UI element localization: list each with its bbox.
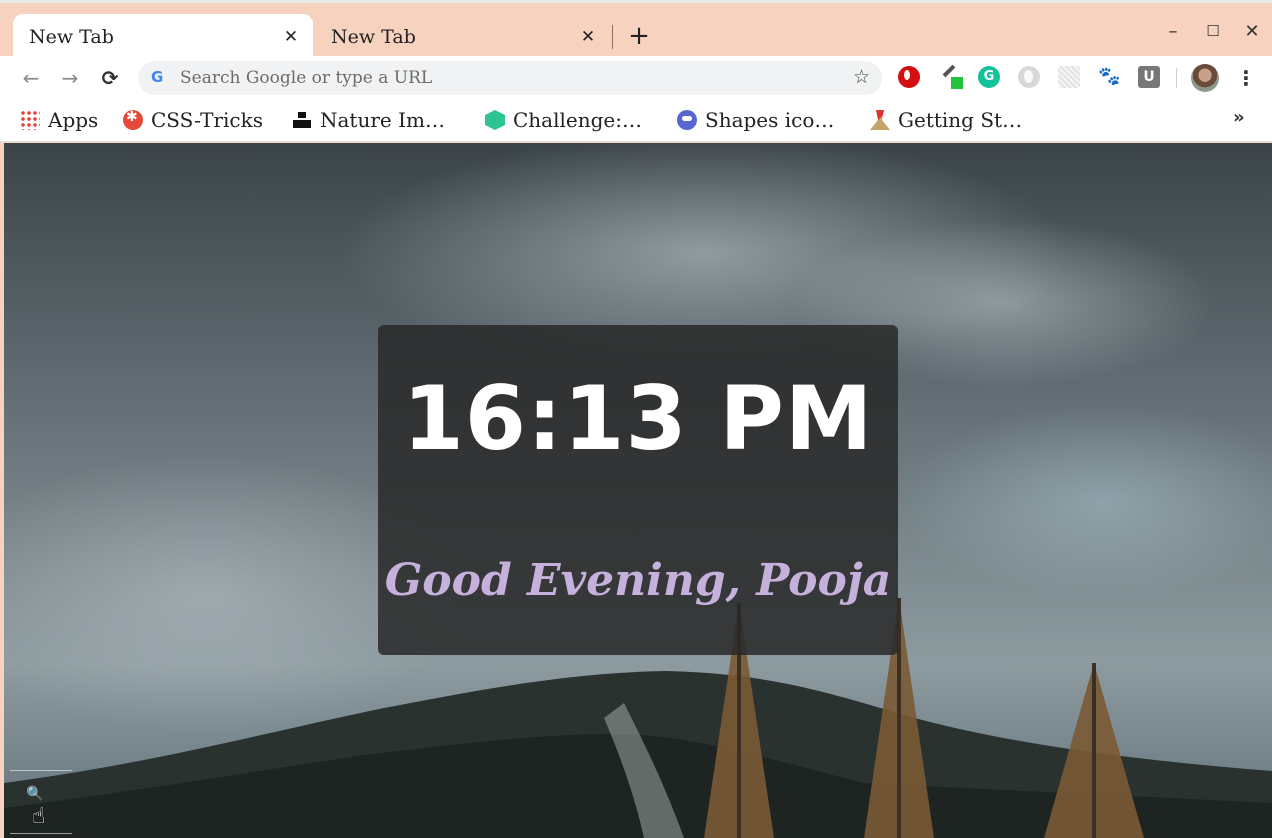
grammarly-icon[interactable]: G: [978, 66, 1000, 88]
page-background: 16:13 PM Good Evening, Pooja 🔍 ☝: [4, 143, 1272, 838]
bookmark-shapes-icons[interactable]: Shapes ico…: [677, 107, 834, 133]
shapes-icon: [677, 110, 697, 130]
challenge-icon: [485, 110, 505, 130]
bookmark-apps[interactable]: Apps: [20, 107, 98, 133]
tab-close-icon[interactable]: ✕: [578, 27, 598, 47]
tab-new-tab-inactive[interactable]: New Tab ✕: [315, 14, 610, 59]
divider: [10, 833, 72, 834]
browser-toolbar: ← → ⟳ G ☆ G 🐾 U ⋮: [0, 56, 1272, 100]
back-arrow-icon[interactable]: ←: [17, 64, 45, 92]
profile-avatar[interactable]: [1191, 64, 1219, 92]
bookmark-label: CSS-Tricks: [151, 108, 264, 132]
google-icon: G: [151, 68, 164, 86]
bookmark-label: Challenge:…: [513, 108, 642, 132]
divider: [10, 770, 72, 771]
close-window-icon[interactable]: ✕: [1240, 21, 1264, 45]
eyedropper-icon[interactable]: [940, 64, 963, 89]
apps-grid-icon: [20, 110, 40, 130]
cursor-overlay: 🔍 ☝: [10, 770, 72, 834]
bookmark-challenge[interactable]: Challenge:…: [485, 107, 642, 133]
hand-cursor-icon: ☝: [32, 804, 46, 829]
gray-extension-icon[interactable]: [1018, 66, 1040, 88]
bookmark-getting-started[interactable]: Getting St…: [870, 107, 1022, 133]
bookmark-star-icon[interactable]: ☆: [853, 66, 870, 88]
reload-icon[interactable]: ⟳: [96, 64, 124, 92]
bookmark-css-tricks[interactable]: CSS-Tricks: [123, 107, 263, 133]
bookmark-nature-images[interactable]: Nature Im…: [292, 107, 445, 133]
dots-extension-icon[interactable]: [1058, 66, 1080, 88]
address-input[interactable]: [180, 66, 820, 90]
forward-arrow-icon[interactable]: →: [56, 64, 84, 92]
tab-new-tab-active[interactable]: New Tab ✕: [13, 14, 313, 59]
omnibox[interactable]: G ☆: [138, 61, 882, 95]
tab-strip: New Tab ✕ New Tab ✕ + – ☐ ✕: [0, 0, 1272, 59]
bookmarks-bar: Apps CSS-Tricks Nature Im… Challenge:… S…: [0, 100, 1272, 142]
css-tricks-icon: [123, 109, 143, 130]
tab-title: New Tab: [29, 25, 114, 48]
minimize-icon[interactable]: –: [1161, 21, 1185, 45]
magnifier-icon: 🔍: [26, 786, 44, 802]
opera-icon[interactable]: [898, 66, 920, 88]
clock-card: 16:13 PM Good Evening, Pooja: [378, 325, 898, 655]
maximize-icon[interactable]: ☐: [1201, 22, 1225, 46]
toolbar-separator: [1176, 68, 1177, 88]
bookmark-label: Nature Im…: [320, 108, 445, 132]
kebab-menu-icon[interactable]: ⋮: [1234, 64, 1258, 92]
tab-separator: [612, 25, 613, 49]
greeting-text: Good Evening, Pooja: [384, 555, 892, 606]
bookmark-label: Apps: [48, 108, 99, 132]
getting-started-icon: [870, 110, 890, 130]
tab-title: New Tab: [331, 25, 416, 48]
new-tab-button[interactable]: +: [625, 23, 653, 51]
ublock-icon[interactable]: U: [1138, 66, 1160, 88]
dropper-shape: [942, 64, 956, 78]
unsplash-icon: [292, 110, 312, 130]
bookmark-label: Getting St…: [898, 108, 1023, 132]
paw-icon[interactable]: 🐾: [1098, 66, 1120, 88]
bookmarks-overflow-icon[interactable]: »: [1233, 107, 1245, 128]
bookmark-label: Shapes ico…: [705, 108, 835, 132]
tab-close-icon[interactable]: ✕: [281, 27, 301, 47]
color-swatch: [951, 77, 963, 89]
clock-time: 16:13 PM: [402, 367, 874, 470]
